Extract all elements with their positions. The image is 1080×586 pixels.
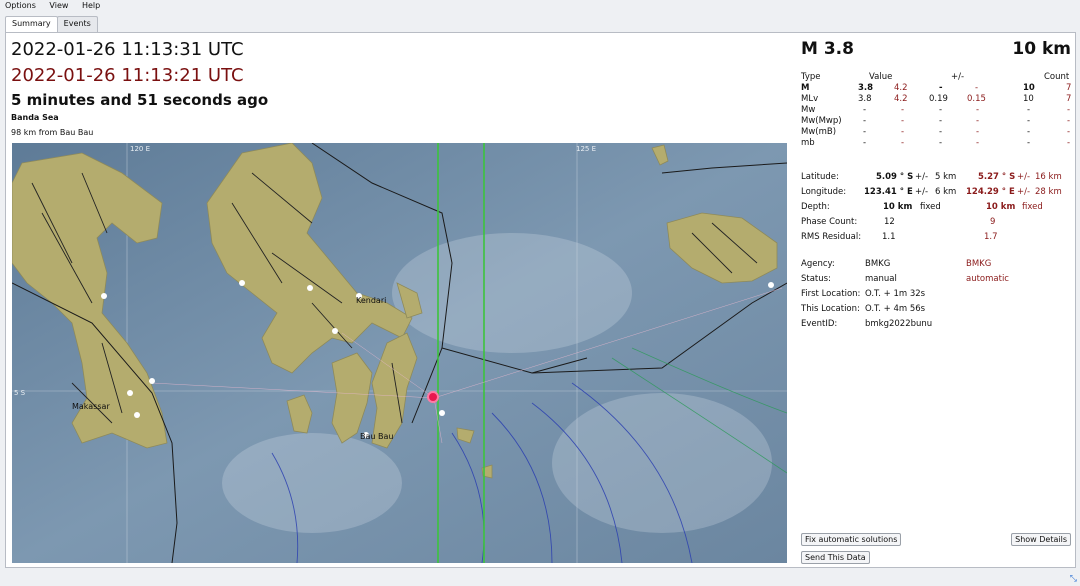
details-pane: M 3.8 10 km Type Value +/- Count M 3.8 4… xyxy=(801,39,1072,564)
depth-value: 10 km xyxy=(1012,39,1071,59)
magnitude-value: M 3.8 xyxy=(801,39,854,59)
send-data-button[interactable]: Send This Data xyxy=(801,551,870,564)
mag-header-pm: +/- xyxy=(951,72,965,82)
menu-options[interactable]: Options xyxy=(5,1,36,10)
origin-time-automatic: 2022-01-26 11:13:21 UTC xyxy=(11,65,244,86)
mag-header-count: Count xyxy=(1044,72,1070,82)
show-details-button[interactable]: Show Details xyxy=(1011,533,1071,546)
tab-summary[interactable]: Summary xyxy=(5,16,58,33)
place-makassar: Makassar xyxy=(72,402,110,411)
summary-panel: 2022-01-26 11:13:31 UTC 2022-01-26 11:13… xyxy=(5,32,1076,568)
grid-label-125e: 125 E xyxy=(576,145,596,153)
origin-time: 2022-01-26 11:13:31 UTC xyxy=(11,39,244,60)
event-map[interactable]: 120 E 125 E 5 S Kendari Makassar Bau Bau xyxy=(12,143,787,563)
resize-grip-icon[interactable]: ⤡ xyxy=(1070,574,1077,584)
grid-label-120e: 120 E xyxy=(130,145,150,153)
tab-events[interactable]: Events xyxy=(56,16,98,32)
elapsed-time: 5 minutes and 51 seconds ago xyxy=(11,91,269,109)
menu-help[interactable]: Help xyxy=(82,1,100,10)
menu-bar: Options View Help xyxy=(0,0,1080,12)
place-kendari: Kendari xyxy=(356,296,386,305)
mag-header-value: Value xyxy=(869,72,893,82)
nearest-city: 98 km from Bau Bau xyxy=(11,128,94,137)
mag-header-type: Type xyxy=(801,72,821,82)
grid-label-5s: 5 S xyxy=(14,389,26,397)
status-bar: ⤡ xyxy=(0,568,1080,586)
menu-view[interactable]: View xyxy=(49,1,68,10)
region-name: Banda Sea xyxy=(11,113,59,122)
place-baubau: Bau Bau xyxy=(360,432,393,441)
tab-bar: Summary Events xyxy=(5,16,98,33)
map-canvas[interactable]: 120 E 125 E 5 S Kendari Makassar Bau Bau xyxy=(12,143,787,563)
epicenter-marker[interactable] xyxy=(427,391,439,403)
fix-automatic-solutions-button[interactable]: Fix automatic solutions xyxy=(801,533,902,546)
